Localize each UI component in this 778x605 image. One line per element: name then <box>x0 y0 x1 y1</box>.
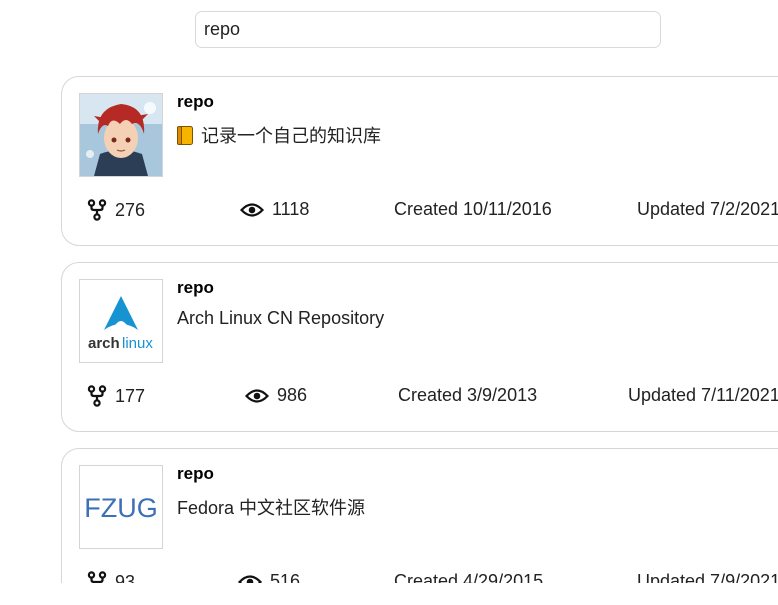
fork-icon <box>87 199 107 221</box>
eye-icon <box>245 388 269 403</box>
updated-date: Updated 7/9/2021 <box>637 571 778 583</box>
repo-avatar <box>79 93 163 177</box>
repo-title[interactable]: repo <box>177 278 214 298</box>
watcher-count: 986 <box>245 385 307 406</box>
fork-count: 93 <box>87 571 135 583</box>
repo-description: Fedora 中文社区软件源 <box>177 494 365 520</box>
fork-icon <box>87 571 107 583</box>
created-date: Created 4/29/2015 <box>394 571 544 583</box>
logo-text-linux: linux <box>122 335 153 352</box>
fork-count: 177 <box>87 385 145 407</box>
watcher-count-value: 516 <box>270 571 301 583</box>
fork-icon <box>87 385 107 407</box>
watcher-count: 1118 <box>240 199 309 220</box>
repo-card[interactable]: repo 记录一个自己的知识库 276 1118 Created 10/11/2… <box>61 76 778 246</box>
repo-avatar: arch linux <box>79 279 163 363</box>
created-date: Created 10/11/2016 <box>394 199 552 219</box>
created-date: Created 3/9/2013 <box>398 385 538 405</box>
anime-avatar-icon <box>80 94 162 176</box>
eye-icon <box>238 574 262 583</box>
description-text: 记录一个自己的知识库 <box>201 126 381 146</box>
repo-description: Arch Linux CN Repository <box>177 308 384 329</box>
fork-count-value: 276 <box>115 199 146 220</box>
fork-count: 276 <box>87 199 145 221</box>
description-text: Fedora 中文社区软件源 <box>177 498 366 518</box>
repo-card[interactable]: FZUG repo Fedora 中文社区软件源 93 516 Created … <box>61 448 778 583</box>
updated-date: Updated 7/11/2021 <box>628 385 778 405</box>
notebook-icon <box>177 125 193 145</box>
fzug-logo-icon: FZUG <box>80 466 162 548</box>
watcher-count-value: 986 <box>277 385 308 405</box>
fork-count-value: 93 <box>115 571 136 584</box>
repo-description: 记录一个自己的知识库 <box>177 122 381 148</box>
results-list: repo 记录一个自己的知识库 276 1118 Created 10/11/2… <box>0 0 778 583</box>
repo-avatar: FZUG <box>79 465 163 549</box>
archlinux-logo-icon: arch linux <box>80 280 162 362</box>
updated-date: Updated 7/2/2021 <box>637 199 778 219</box>
watcher-count-value: 1118 <box>272 199 310 219</box>
logo-text: FZUG <box>84 493 158 523</box>
logo-text-arch: arch <box>88 335 120 352</box>
watcher-count: 516 <box>238 571 300 583</box>
repo-card[interactable]: arch linux repo Arch Linux CN Repository… <box>61 262 778 432</box>
fork-count-value: 177 <box>115 385 146 406</box>
repo-title[interactable]: repo <box>177 464 214 484</box>
description-text: Arch Linux CN Repository <box>177 308 385 328</box>
repo-title[interactable]: repo <box>177 92 214 112</box>
eye-icon <box>240 202 264 217</box>
